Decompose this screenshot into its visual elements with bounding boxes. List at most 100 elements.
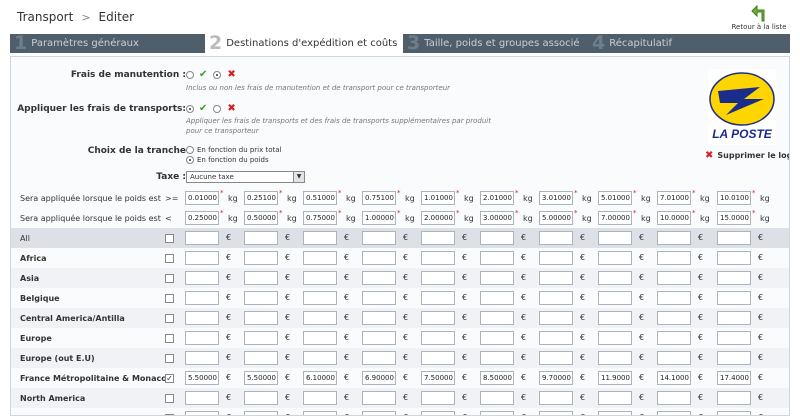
- zone-checkbox[interactable]: [165, 394, 174, 403]
- price-input[interactable]: [244, 351, 278, 365]
- price-input[interactable]: [717, 251, 751, 265]
- price-input[interactable]: [421, 251, 455, 265]
- price-input[interactable]: [421, 351, 455, 365]
- zone-checkbox[interactable]: [165, 314, 174, 323]
- zone-checkbox[interactable]: [165, 294, 174, 303]
- price-input[interactable]: [185, 251, 219, 265]
- price-input[interactable]: [598, 311, 632, 325]
- price-input[interactable]: [480, 291, 514, 305]
- zone-checkbox[interactable]: [165, 254, 174, 263]
- price-input[interactable]: [244, 331, 278, 345]
- price-input[interactable]: [244, 231, 278, 245]
- range-to-input[interactable]: [362, 211, 396, 225]
- price-input[interactable]: [657, 331, 691, 345]
- price-input[interactable]: [539, 271, 573, 285]
- price-input[interactable]: [303, 351, 337, 365]
- price-input[interactable]: [185, 331, 219, 345]
- price-input[interactable]: [657, 251, 691, 265]
- price-input[interactable]: [598, 371, 632, 385]
- zone-checkbox[interactable]: [165, 274, 174, 283]
- price-input[interactable]: [303, 331, 337, 345]
- price-input[interactable]: [244, 271, 278, 285]
- back-to-list-button[interactable]: Retour à la liste: [728, 2, 790, 31]
- price-input[interactable]: [480, 351, 514, 365]
- price-input[interactable]: [598, 411, 632, 415]
- range-to-input[interactable]: [244, 211, 278, 225]
- price-input[interactable]: [480, 331, 514, 345]
- shipping-yes-radio[interactable]: [186, 104, 194, 113]
- price-input[interactable]: [717, 331, 751, 345]
- zone-checkbox[interactable]: [165, 234, 174, 243]
- range-from-input[interactable]: [539, 191, 573, 205]
- price-input[interactable]: [303, 411, 337, 415]
- range-weight-radio[interactable]: [186, 156, 194, 164]
- range-from-input[interactable]: [717, 191, 751, 205]
- price-input[interactable]: [421, 291, 455, 305]
- price-input[interactable]: [244, 311, 278, 325]
- price-input[interactable]: [657, 271, 691, 285]
- price-input[interactable]: [539, 391, 573, 405]
- price-input[interactable]: [717, 291, 751, 305]
- price-input[interactable]: [539, 311, 573, 325]
- range-from-input[interactable]: [657, 191, 691, 205]
- price-input[interactable]: [598, 271, 632, 285]
- range-to-input[interactable]: [303, 211, 337, 225]
- price-input[interactable]: [421, 231, 455, 245]
- price-input[interactable]: [362, 331, 396, 345]
- price-input[interactable]: [185, 371, 219, 385]
- price-input[interactable]: [598, 291, 632, 305]
- price-input[interactable]: [362, 271, 396, 285]
- price-input[interactable]: [362, 371, 396, 385]
- price-input[interactable]: [598, 251, 632, 265]
- price-input[interactable]: [185, 231, 219, 245]
- price-input[interactable]: [717, 411, 751, 415]
- price-input[interactable]: [480, 251, 514, 265]
- range-from-input[interactable]: [421, 191, 455, 205]
- price-input[interactable]: [362, 291, 396, 305]
- range-price-option[interactable]: En fonction du prix total: [186, 145, 282, 155]
- delete-logo-button[interactable]: ✖ Supprimer le logo: [705, 150, 789, 161]
- price-input[interactable]: [717, 271, 751, 285]
- price-input[interactable]: [539, 371, 573, 385]
- range-from-input[interactable]: [480, 191, 514, 205]
- price-input[interactable]: [421, 411, 455, 415]
- price-input[interactable]: [244, 251, 278, 265]
- range-to-input[interactable]: [657, 211, 691, 225]
- tax-select[interactable]: Aucune taxe ▼: [186, 171, 305, 183]
- price-input[interactable]: [598, 351, 632, 365]
- price-input[interactable]: [421, 311, 455, 325]
- price-input[interactable]: [185, 311, 219, 325]
- price-input[interactable]: [185, 351, 219, 365]
- range-from-input[interactable]: [185, 191, 219, 205]
- price-input[interactable]: [421, 331, 455, 345]
- price-input[interactable]: [303, 251, 337, 265]
- price-input[interactable]: [244, 391, 278, 405]
- price-input[interactable]: [480, 391, 514, 405]
- price-input[interactable]: [244, 371, 278, 385]
- price-input[interactable]: [185, 271, 219, 285]
- price-input[interactable]: [598, 391, 632, 405]
- zone-checkbox[interactable]: [165, 334, 174, 343]
- price-input[interactable]: [717, 351, 751, 365]
- price-input[interactable]: [303, 391, 337, 405]
- price-input[interactable]: [657, 351, 691, 365]
- range-weight-option[interactable]: En fonction du poids: [186, 155, 269, 165]
- breadcrumb-root[interactable]: Transport: [17, 10, 73, 24]
- range-from-input[interactable]: [244, 191, 278, 205]
- price-input[interactable]: [657, 311, 691, 325]
- range-to-input[interactable]: [480, 211, 514, 225]
- range-to-input[interactable]: [717, 211, 751, 225]
- price-input[interactable]: [303, 311, 337, 325]
- price-input[interactable]: [657, 391, 691, 405]
- price-input[interactable]: [303, 291, 337, 305]
- price-input[interactable]: [185, 411, 219, 415]
- price-input[interactable]: [539, 331, 573, 345]
- price-input[interactable]: [480, 411, 514, 415]
- price-input[interactable]: [303, 231, 337, 245]
- range-to-input[interactable]: [421, 211, 455, 225]
- price-input[interactable]: [598, 231, 632, 245]
- price-input[interactable]: [480, 271, 514, 285]
- price-input[interactable]: [362, 351, 396, 365]
- wizard-step-3[interactable]: 3 Taille, poids et groupes associés: [403, 34, 588, 53]
- price-input[interactable]: [362, 411, 396, 415]
